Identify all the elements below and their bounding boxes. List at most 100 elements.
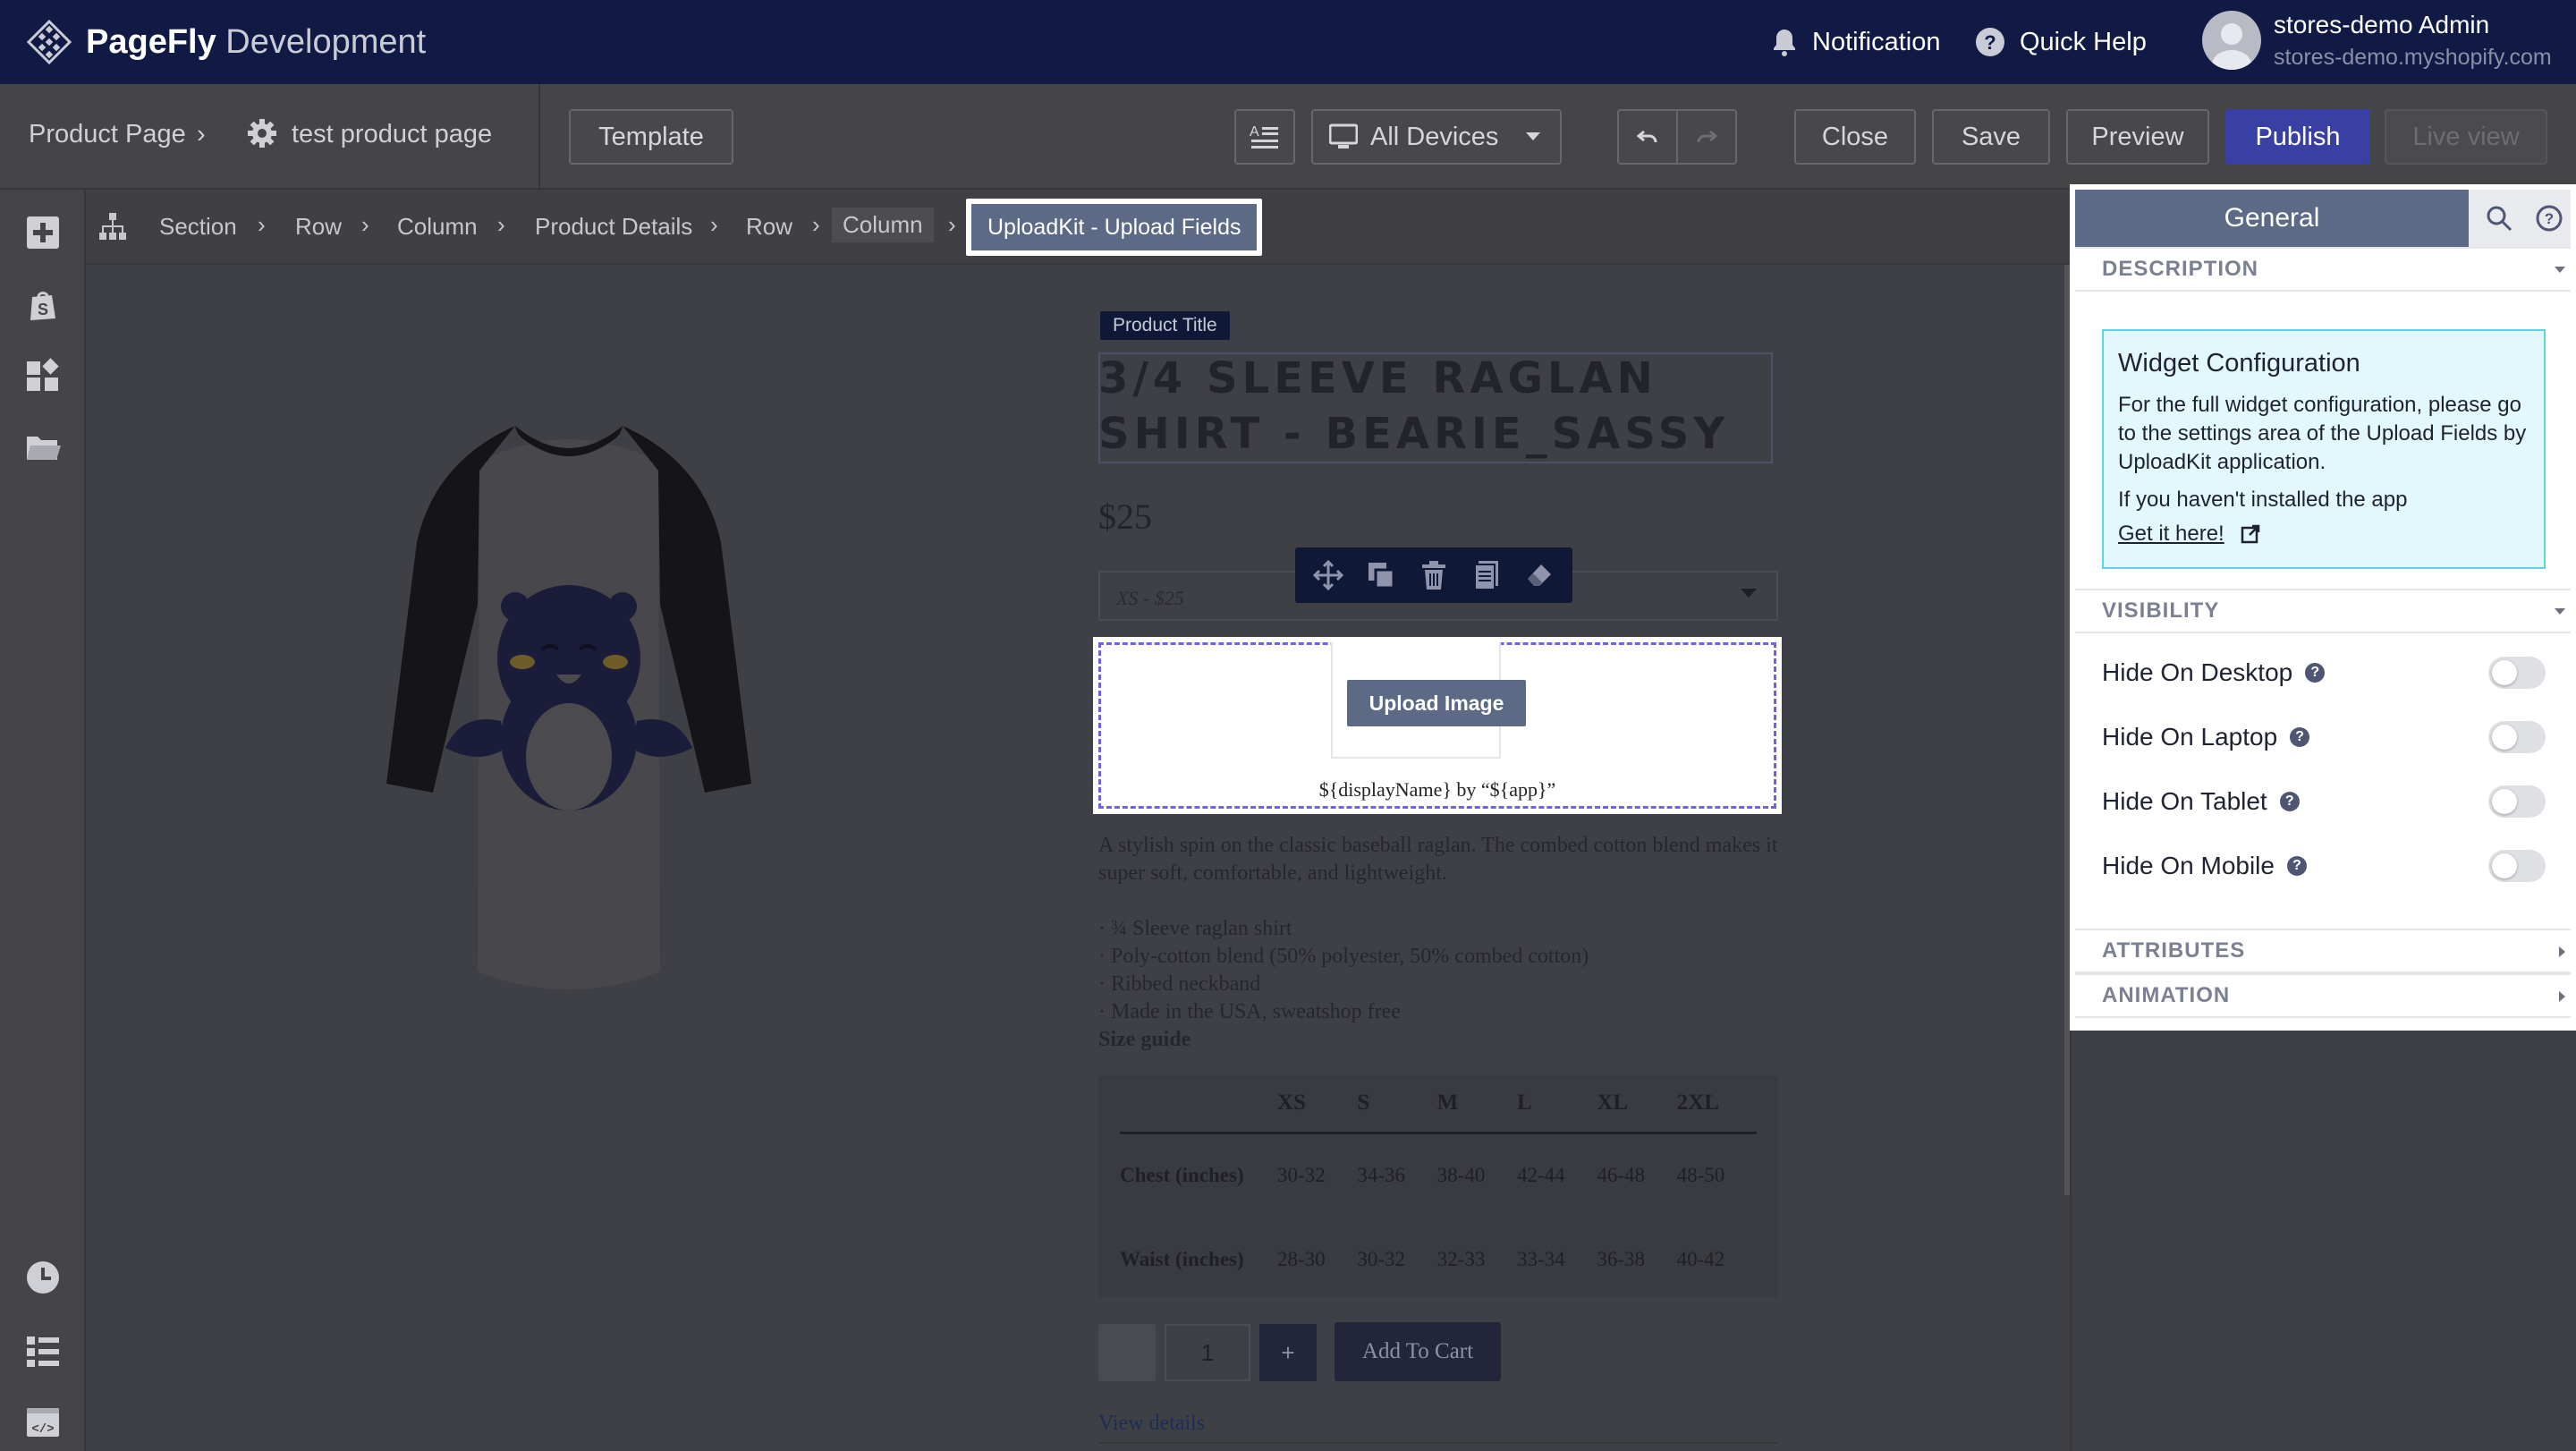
section-title: ANIMATION: [2102, 983, 2231, 1007]
crumb-row[interactable]: Row: [295, 213, 342, 241]
gear-icon[interactable]: [247, 118, 277, 148]
crumb-section[interactable]: Section: [159, 213, 237, 241]
help-icon[interactable]: ?: [2290, 727, 2310, 747]
hide-on-laptop-toggle[interactable]: [2488, 721, 2546, 753]
undo-button[interactable]: [1617, 109, 1678, 165]
section-animation-header[interactable]: ANIMATION: [2075, 973, 2571, 1018]
table-cell: 36-38: [1597, 1247, 1645, 1270]
crumb-column[interactable]: Column: [397, 213, 478, 241]
product-description[interactable]: A stylish spin on the classic baseball r…: [1098, 832, 1778, 1054]
devices-label: All Devices: [1370, 122, 1499, 151]
live-view-button[interactable]: Live view: [2385, 109, 2547, 165]
table-header: 2XL: [1676, 1075, 1757, 1134]
page-type-link[interactable]: Product Page: [29, 120, 186, 149]
table-header: S: [1357, 1075, 1437, 1134]
help-circle-icon: ?: [1976, 28, 2004, 56]
svg-text:</>: </>: [31, 1422, 54, 1437]
page-name[interactable]: test product page: [292, 120, 492, 149]
move-button[interactable]: [1307, 554, 1350, 597]
crumb-active-element[interactable]: UploadKit - Upload Fields: [966, 199, 1263, 256]
preview-button[interactable]: Preview: [2066, 109, 2209, 165]
divider: [1098, 1442, 1778, 1444]
quantity-increase-button[interactable]: +: [1259, 1324, 1317, 1381]
close-button[interactable]: Close: [1794, 109, 1916, 165]
svg-text:?: ?: [2545, 210, 2554, 227]
notification-button[interactable]: Notification: [1771, 23, 1940, 61]
help-icon[interactable]: ?: [2286, 856, 2307, 876]
clear-style-button[interactable]: [1518, 554, 1561, 597]
eraser-icon: [1527, 564, 1551, 586]
panel-help-button[interactable]: ?: [2526, 195, 2572, 242]
crumb-product-details[interactable]: Product Details: [535, 213, 692, 241]
section-description-header[interactable]: DESCRIPTION: [2075, 247, 2571, 292]
caret-down-icon: [1741, 589, 1757, 598]
tab-general[interactable]: General: [2075, 190, 2469, 247]
shopify-icon[interactable]: S: [25, 286, 61, 322]
history-icon[interactable]: [25, 1260, 61, 1295]
template-button[interactable]: Template: [569, 109, 733, 165]
help-icon[interactable]: ?: [2279, 792, 2300, 811]
product-title[interactable]: 3/4 SLEEVE RAGLAN SHIRT - BEARIE_SASSY: [1098, 351, 1778, 462]
redo-button[interactable]: [1676, 109, 1737, 165]
hide-on-tablet-toggle[interactable]: [2488, 785, 2546, 818]
product-image[interactable]: [381, 363, 757, 1007]
quick-help-button[interactable]: ? Quick Help: [1975, 23, 2147, 61]
chevron-right-icon: ›: [361, 211, 369, 238]
editor-toolbar: Product Page › test product page Templat…: [0, 84, 2576, 190]
quantity-decrease-button[interactable]: [1098, 1324, 1156, 1381]
chevron-right-icon: ›: [812, 211, 820, 238]
help-circle-icon: ?: [2536, 205, 2563, 232]
pagefly-logo-icon: [27, 20, 72, 64]
crumb-row-2[interactable]: Row: [746, 213, 792, 241]
chevron-right-icon: ›: [948, 211, 956, 238]
view-details-link[interactable]: View details: [1098, 1412, 1205, 1436]
table-cell: 32-33: [1436, 1247, 1486, 1270]
user-icon: [2212, 23, 2251, 70]
hide-on-mobile-row: Hide On Mobile ?: [2102, 846, 2546, 886]
search-icon: [2487, 206, 2512, 232]
outline-list-icon[interactable]: [25, 1333, 61, 1369]
folder-icon[interactable]: [25, 429, 61, 465]
table-cell: 46-48: [1597, 1164, 1645, 1187]
help-icon[interactable]: ?: [2305, 663, 2326, 683]
section-title: ATTRIBUTES: [2102, 938, 2246, 963]
left-sidebar: S </>: [0, 190, 86, 1451]
panel-search-button[interactable]: [2476, 195, 2522, 242]
crumb-column-2[interactable]: Column: [832, 208, 934, 242]
chevron-right-icon: ›: [197, 120, 206, 148]
code-editor-icon[interactable]: </>: [25, 1404, 61, 1440]
copy-icon: [1473, 561, 1498, 590]
add-element-icon[interactable]: [25, 215, 61, 250]
duplicate-button[interactable]: [1360, 554, 1402, 597]
quantity-input[interactable]: 1: [1165, 1324, 1250, 1381]
redo-icon: [1697, 130, 1717, 143]
svg-text:A: A: [1250, 124, 1259, 140]
caret-down-icon: [1526, 132, 1540, 140]
widgets-icon[interactable]: [25, 358, 61, 394]
get-app-link-label: Get it here!: [2118, 522, 2224, 546]
section-visibility-header[interactable]: VISIBILITY: [2075, 589, 2571, 633]
delete-button[interactable]: [1412, 554, 1455, 597]
section-attributes-header[interactable]: ATTRIBUTES: [2075, 929, 2571, 973]
editor-canvas[interactable]: Product Title 3/4 SLEEVE RAGLAN SHIRT - …: [86, 265, 2070, 1451]
element-breadcrumb: Section › Row › Column › Product Details…: [86, 190, 2070, 265]
device-selector[interactable]: All Devices: [1311, 109, 1562, 165]
panel-background: [2070, 1031, 2576, 1451]
toggle-label: Hide On Tablet: [2102, 787, 2267, 815]
get-app-link[interactable]: Get it here!: [2118, 522, 2529, 547]
table-cell: 40-42: [1676, 1247, 1725, 1270]
upload-image-button[interactable]: Upload Image: [1347, 680, 1526, 726]
hide-on-mobile-toggle[interactable]: [2488, 850, 2546, 882]
text-layout-button[interactable]: A: [1234, 109, 1295, 165]
notice-body-2: If you haven't installed the app: [2118, 488, 2408, 512]
table-row-label: Waist (inches): [1120, 1247, 1244, 1270]
section-title: VISIBILITY: [2102, 598, 2220, 623]
save-button[interactable]: Save: [1932, 109, 2050, 165]
add-to-cart-button[interactable]: Add To Cart: [1335, 1322, 1501, 1381]
product-price[interactable]: $25: [1098, 496, 1152, 538]
copy-style-button[interactable]: [1465, 554, 1508, 597]
tree-structure-icon[interactable]: [98, 211, 127, 242]
hide-on-desktop-toggle[interactable]: [2488, 657, 2546, 689]
avatar[interactable]: [2202, 11, 2261, 70]
publish-button[interactable]: Publish: [2225, 109, 2370, 165]
